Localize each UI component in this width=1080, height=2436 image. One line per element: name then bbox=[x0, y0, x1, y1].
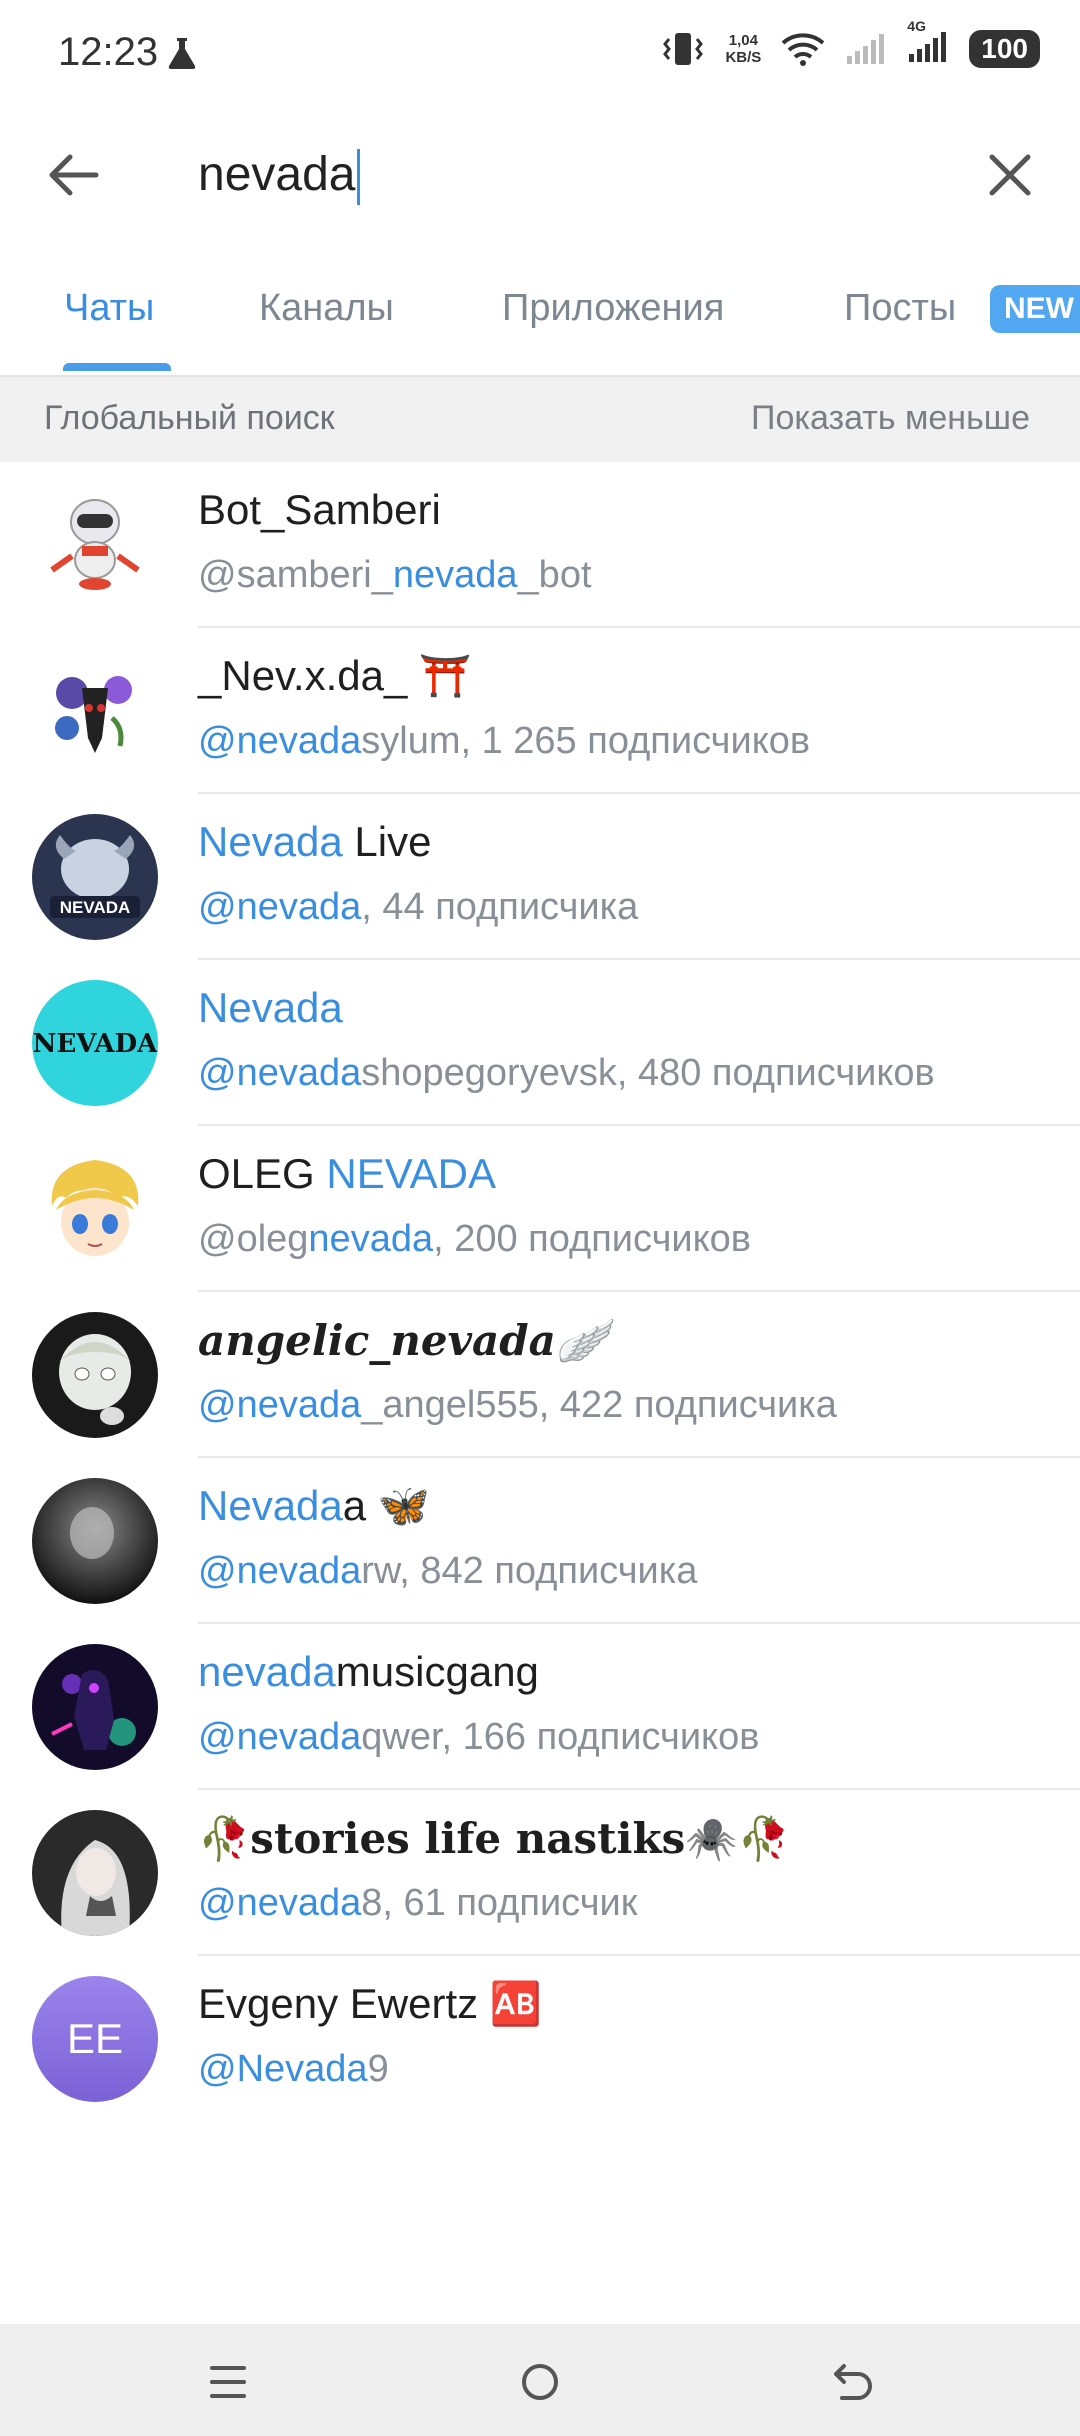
chat-name: OLEG NEVADA bbox=[198, 1150, 496, 1197]
system-nav-bar bbox=[0, 2324, 1080, 2436]
chat-username: @nevadarw, 842 подписчика bbox=[198, 1550, 698, 1592]
chat-username: @nevadaqwer, 166 подписчиков bbox=[198, 1716, 760, 1758]
back-icon[interactable] bbox=[822, 2352, 882, 2412]
chat-name: Evgeny Ewertz 🆎 bbox=[198, 1980, 543, 2027]
signal-icon bbox=[847, 34, 885, 64]
results-list: Bot_Samberi @samberi_nevada_bot _Nev.x.d… bbox=[0, 462, 1080, 2122]
list-item[interactable]: OLEG NEVADA @olegnevada, 200 подписчиков bbox=[0, 1126, 1080, 1292]
list-item[interactable]: nevadamusicgang @nevadaqwer, 166 подписч… bbox=[0, 1624, 1080, 1790]
chat-username: @nevadasylum, 1 265 подписчиков bbox=[198, 720, 811, 762]
battery-icon: 100 bbox=[969, 30, 1040, 68]
list-item[interactable]: Nevadaa 🦋 @nevadarw, 842 подписчика bbox=[0, 1458, 1080, 1624]
tab-posts[interactable]: Посты bbox=[844, 287, 956, 330]
chat-username: @Nevada9 bbox=[198, 2048, 389, 2090]
chat-username: @samberi_nevada_bot bbox=[198, 554, 592, 596]
menu-icon[interactable] bbox=[198, 2352, 258, 2412]
avatar: NEVADA bbox=[32, 980, 158, 1106]
avatar bbox=[32, 1146, 158, 1272]
new-badge: NEW bbox=[990, 285, 1080, 333]
chat-username: @nevada_angel555, 422 подписчика bbox=[198, 1384, 837, 1426]
search-input[interactable]: nevada bbox=[198, 147, 361, 206]
chat-username: @nevada, 44 подписчика bbox=[198, 886, 639, 928]
list-item[interactable]: 🥀stories life nastiks🕷️🥀 @nevada8, 61 по… bbox=[0, 1790, 1080, 1956]
close-icon[interactable] bbox=[980, 145, 1040, 205]
status-icons: 1,04 KB/S 4G 100 bbox=[661, 18, 1040, 68]
search-tabs: Чаты Каналы Приложения Посты NEW bbox=[0, 265, 1080, 377]
list-item[interactable]: EE Evgeny Ewertz 🆎 @Nevada9 bbox=[0, 1956, 1080, 2122]
avatar bbox=[32, 648, 158, 774]
status-time: 12:23 bbox=[58, 30, 159, 74]
chat-name: angelic_nevada🪽 bbox=[198, 1316, 609, 1365]
active-tab-indicator bbox=[63, 363, 171, 371]
show-less-button[interactable]: Показать меньше bbox=[751, 399, 1030, 438]
arrow-left-icon[interactable] bbox=[40, 145, 110, 205]
svg-text:NEVADA: NEVADA bbox=[33, 1029, 158, 1059]
list-item[interactable]: NEVADA Nevada Live @nevada, 44 подписчик… bbox=[0, 794, 1080, 960]
chat-name: _Nev.x.da_ ⛩️ bbox=[198, 652, 472, 699]
signal-icon bbox=[909, 31, 947, 62]
home-circle-icon[interactable] bbox=[510, 2352, 570, 2412]
chat-name: Nevada Live bbox=[198, 818, 432, 865]
chat-username: @nevada8, 61 подписчик bbox=[198, 1882, 638, 1924]
avatar bbox=[32, 1312, 158, 1438]
flask-icon bbox=[168, 38, 196, 70]
section-title: Глобальный поиск bbox=[44, 399, 335, 437]
avatar bbox=[32, 1810, 158, 1936]
chat-name: nevadamusicgang bbox=[198, 1648, 539, 1695]
search-bar: nevada bbox=[0, 115, 1080, 235]
avatar: NEVADA bbox=[32, 814, 158, 940]
avatar bbox=[32, 482, 158, 608]
avatar: EE bbox=[32, 1976, 158, 2102]
chat-name: Nevada bbox=[198, 984, 343, 1031]
network-speed: 1,04 KB/S bbox=[725, 32, 762, 66]
list-item[interactable]: _Nev.x.da_ ⛩️ @nevadasylum, 1 265 подпис… bbox=[0, 628, 1080, 794]
text-caret bbox=[357, 149, 361, 206]
svg-text:NEVADA: NEVADA bbox=[60, 898, 131, 917]
signal-4g: 4G bbox=[907, 18, 949, 67]
avatar bbox=[32, 1644, 158, 1770]
chat-username: @nevadashopegoryevsk, 480 подписчиков bbox=[198, 1052, 935, 1094]
tab-apps[interactable]: Приложения bbox=[502, 287, 724, 330]
avatar bbox=[32, 1478, 158, 1604]
tab-chats[interactable]: Чаты bbox=[64, 287, 154, 330]
list-item[interactable]: angelic_nevada🪽 @nevada_angel555, 422 по… bbox=[0, 1292, 1080, 1458]
chat-name: 🥀stories life nastiks🕷️🥀 bbox=[198, 1814, 790, 1863]
chat-username: @olegnevada, 200 подписчиков bbox=[198, 1218, 751, 1260]
chat-name: Bot_Samberi bbox=[198, 486, 441, 533]
tab-channels[interactable]: Каналы bbox=[259, 287, 394, 330]
list-item[interactable]: NEVADA Nevada @nevadashopegoryevsk, 480 … bbox=[0, 960, 1080, 1126]
list-item[interactable]: Bot_Samberi @samberi_nevada_bot bbox=[0, 462, 1080, 628]
global-search-header: Глобальный поиск Показать меньше bbox=[0, 377, 1080, 462]
wifi-icon bbox=[781, 33, 825, 66]
chat-name: Nevadaa 🦋 bbox=[198, 1482, 431, 1529]
vibrate-icon bbox=[663, 33, 704, 65]
status-bar: 12:23 1,04 KB/S 4G 100 bbox=[0, 0, 1080, 115]
